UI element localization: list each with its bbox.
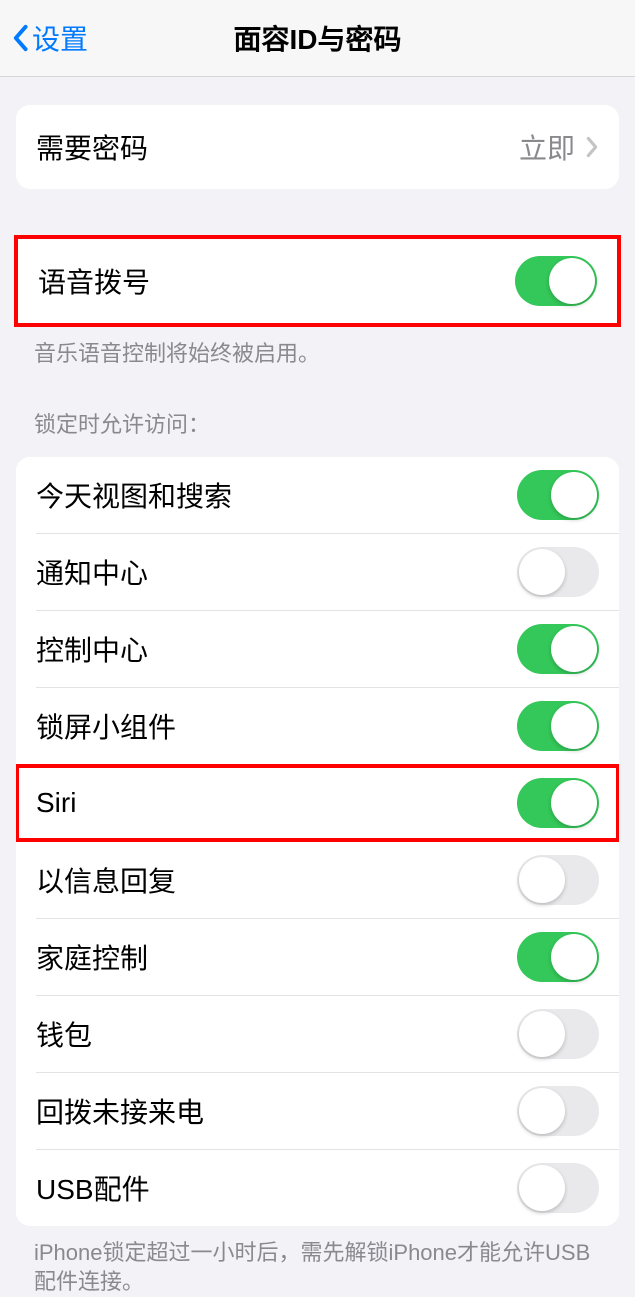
lock-access-row: 家庭控制 xyxy=(16,919,619,995)
lock-access-toggle[interactable] xyxy=(517,855,599,905)
toggle-knob xyxy=(519,1011,565,1057)
lock-access-label: USB配件 xyxy=(36,1168,517,1208)
lock-access-row: 钱包 xyxy=(16,996,619,1072)
lock-access-row: 锁屏小组件 xyxy=(16,688,619,764)
lock-access-toggle[interactable] xyxy=(517,701,599,751)
require-passcode-label: 需要密码 xyxy=(36,127,519,167)
lock-access-row: USB配件 xyxy=(16,1150,619,1226)
lock-access-group: 今天视图和搜索通知中心控制中心锁屏小组件 Siri 以信息回复家庭控制钱包回拨未接来… xyxy=(16,457,619,1226)
voice-dial-group: 语音拨号 xyxy=(14,235,621,327)
page-title: 面容ID与密码 xyxy=(233,18,401,58)
lock-access-label: Siri xyxy=(36,787,517,819)
lock-access-toggle[interactable] xyxy=(517,1009,599,1059)
lock-access-row: 控制中心 xyxy=(16,611,619,687)
require-passcode-row[interactable]: 需要密码 立即 xyxy=(16,105,619,189)
lock-access-toggle[interactable] xyxy=(517,932,599,982)
require-passcode-value: 立即 xyxy=(519,127,575,167)
lock-access-label: 家庭控制 xyxy=(36,937,517,977)
lock-access-row: 以信息回复 xyxy=(16,842,619,918)
toggle-knob xyxy=(551,934,597,980)
lock-access-header: 锁定时允许访问： xyxy=(0,399,635,447)
lock-access-row: 通知中心 xyxy=(16,534,619,610)
lock-access-label: 锁屏小组件 xyxy=(36,706,517,746)
lock-access-footer: iPhone锁定超过一小时后，需先解锁iPhone才能允许USB配件连接。 xyxy=(0,1226,635,1297)
chevron-right-icon xyxy=(585,135,599,159)
toggle-knob xyxy=(519,1165,565,1211)
back-label: 设置 xyxy=(32,18,88,58)
lock-access-label: 通知中心 xyxy=(36,552,517,592)
toggle-knob xyxy=(551,626,597,672)
voice-dial-label: 语音拨号 xyxy=(38,261,515,301)
lock-access-label: 钱包 xyxy=(36,1014,517,1054)
lock-access-label: 今天视图和搜索 xyxy=(36,475,517,515)
toggle-knob xyxy=(519,1088,565,1134)
chevron-left-icon xyxy=(10,23,30,53)
lock-access-row: 今天视图和搜索 xyxy=(16,457,619,533)
lock-access-toggle[interactable] xyxy=(517,778,599,828)
lock-access-label: 以信息回复 xyxy=(36,860,517,900)
toggle-knob xyxy=(519,549,565,595)
voice-dial-toggle[interactable] xyxy=(515,256,597,306)
voice-dial-row: 语音拨号 xyxy=(18,239,617,323)
navigation-bar: 设置 面容ID与密码 xyxy=(0,0,635,77)
toggle-knob xyxy=(519,857,565,903)
lock-access-toggle[interactable] xyxy=(517,470,599,520)
toggle-knob xyxy=(551,780,597,826)
toggle-knob xyxy=(551,472,597,518)
toggle-knob xyxy=(551,703,597,749)
lock-access-toggle[interactable] xyxy=(517,1163,599,1213)
lock-access-row: 回拨未接来电 xyxy=(16,1073,619,1149)
lock-access-row: Siri xyxy=(16,765,619,841)
voice-dial-footer: 音乐语音控制将始终被启用。 xyxy=(0,327,635,369)
lock-access-toggle[interactable] xyxy=(517,547,599,597)
lock-access-label: 回拨未接来电 xyxy=(36,1091,517,1131)
lock-access-toggle[interactable] xyxy=(517,1086,599,1136)
back-button[interactable]: 设置 xyxy=(10,18,88,58)
lock-access-toggle[interactable] xyxy=(517,624,599,674)
toggle-knob xyxy=(549,258,595,304)
lock-access-label: 控制中心 xyxy=(36,629,517,669)
passcode-group: 需要密码 立即 xyxy=(16,105,619,189)
